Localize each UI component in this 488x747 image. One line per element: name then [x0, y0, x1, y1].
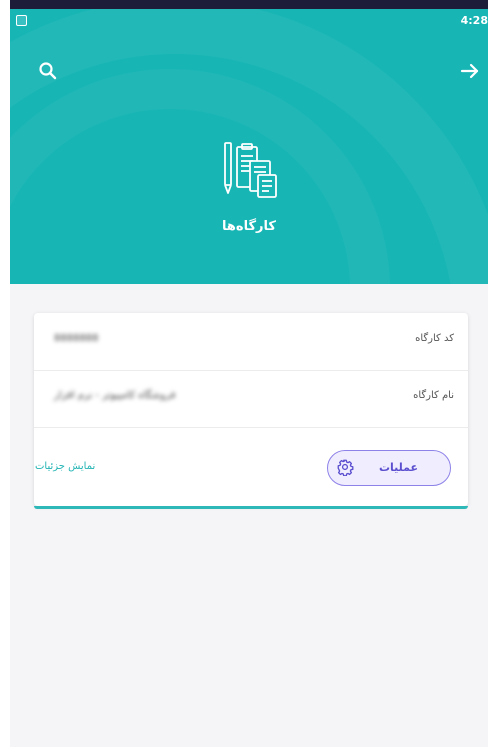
top-status-strip: [10, 0, 488, 9]
card-accent-bar: [34, 506, 468, 509]
workshop-code-value: 8888888: [54, 333, 99, 344]
app-screen: 4:28: [10, 0, 488, 747]
workshop-code-label: کد کارگاه: [415, 333, 454, 344]
status-time: 4:28: [460, 14, 488, 27]
documents-icon: [220, 139, 284, 203]
header-hero: 4:28: [10, 9, 488, 284]
workshop-name-row: نام کارگاه فروشگاه کامپیوتر - نرم افزار: [34, 370, 468, 428]
operations-button-label: عملیات: [378, 461, 418, 474]
operations-button[interactable]: عملیات: [327, 450, 451, 486]
show-details-link[interactable]: نمایش جزئیات: [35, 461, 95, 472]
workshop-code-row: کد کارگاه 8888888: [34, 313, 468, 371]
workshop-name-label: نام کارگاه: [413, 390, 454, 401]
status-bar: 4:28: [10, 9, 488, 35]
workshop-name-value: فروشگاه کامپیوتر - نرم افزار: [54, 390, 176, 401]
arrow-right-icon[interactable]: [458, 59, 482, 83]
notification-icon: [16, 15, 27, 26]
workshop-card: کد کارگاه 8888888 نام کارگاه فروشگاه کام…: [34, 313, 468, 509]
gear-icon: [336, 458, 354, 477]
search-icon[interactable]: [36, 59, 60, 83]
page-title: کارگاه‌ها: [222, 219, 276, 234]
